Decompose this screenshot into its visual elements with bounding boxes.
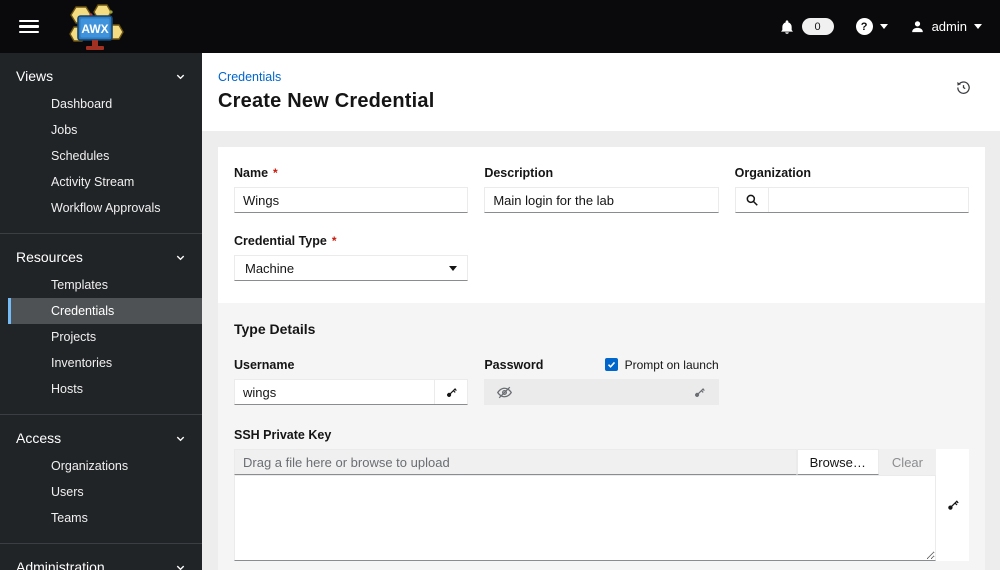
sidebar-item-teams[interactable]: Teams — [8, 505, 202, 531]
required-asterisk: * — [331, 233, 337, 248]
description-input[interactable] — [484, 187, 719, 213]
name-input[interactable] — [234, 187, 469, 213]
prompt-on-launch-label: Prompt on launch — [624, 357, 719, 372]
credential-type-field-group: Credential Type * Machine — [234, 233, 469, 281]
key-icon — [446, 387, 457, 397]
sidebar-group-access-toggle[interactable]: Access — [0, 423, 202, 453]
bell-icon — [780, 19, 793, 34]
type-details-heading: Type Details — [234, 321, 316, 337]
sidebar-item-projects[interactable]: Projects — [8, 324, 202, 350]
prompt-on-launch-checkbox-group[interactable]: Prompt on launch — [604, 357, 719, 372]
key-icon — [694, 387, 705, 397]
sidebar-group-label: Administration — [16, 559, 105, 570]
checkbox-checked-icon — [604, 358, 618, 371]
sidebar-group-label: Resources — [16, 249, 83, 265]
browse-button[interactable]: Browse… — [796, 449, 879, 475]
menu-toggle-button[interactable] — [14, 14, 44, 40]
sidebar-group-administration-toggle[interactable]: Administration — [0, 552, 202, 570]
credential-type-label: Credential Type — [234, 233, 327, 248]
credential-form-card: Name * Description Organization — [218, 147, 985, 570]
ssh-key-secret-button[interactable] — [936, 449, 969, 561]
sidebar-item-hosts[interactable]: Hosts — [8, 376, 202, 402]
sidebar-item-activity-stream[interactable]: Activity Stream — [8, 169, 202, 195]
form-main-section: Name * Description Organization — [218, 147, 985, 303]
help-menu-button[interactable]: ? — [855, 18, 888, 35]
sidebar-group-resources: Resources Templates Credentials Projects… — [0, 234, 202, 415]
caret-down-icon — [449, 265, 458, 271]
credential-type-select[interactable]: Machine — [234, 255, 469, 281]
description-label: Description — [484, 165, 554, 180]
sidebar-group-label: Access — [16, 430, 62, 446]
user-menu-button[interactable]: admin — [910, 19, 982, 34]
notifications-button[interactable]: 0 — [779, 18, 834, 35]
awx-logo[interactable]: AWX — [62, 3, 126, 53]
page-title: Create New Credential — [218, 90, 435, 112]
sidebar-item-workflow-approvals[interactable]: Workflow Approvals — [8, 195, 202, 221]
svg-text:AWX: AWX — [81, 22, 108, 36]
page-header: Credentials Create New Credential — [202, 53, 1000, 131]
password-label: Password — [484, 357, 544, 372]
username-label: Username — [234, 357, 295, 372]
sidebar-nav: Views Dashboard Jobs Schedules Activity … — [0, 53, 202, 570]
user-name-label: admin — [931, 19, 967, 34]
organization-input[interactable] — [768, 188, 968, 212]
ssh-private-key-label: SSH Private Key — [234, 427, 332, 442]
description-field-group: Description — [484, 165, 719, 213]
chevron-down-icon — [879, 24, 888, 29]
user-icon — [911, 21, 923, 33]
username-input[interactable] — [235, 380, 435, 404]
sidebar-item-templates[interactable]: Templates — [8, 272, 202, 298]
organization-field-group: Organization — [734, 165, 969, 213]
history-icon — [957, 81, 970, 94]
sidebar-item-users[interactable]: Users — [8, 479, 202, 505]
eye-slash-icon — [497, 386, 513, 398]
organization-label: Organization — [734, 165, 812, 180]
sidebar-group-views-toggle[interactable]: Views — [0, 61, 202, 91]
chevron-down-icon — [175, 71, 186, 82]
clear-button[interactable]: Clear — [878, 449, 936, 475]
sidebar-item-jobs[interactable]: Jobs — [8, 117, 202, 143]
sidebar-item-credentials[interactable]: Credentials — [8, 298, 202, 324]
password-field-group: Password Prompt on launch — [484, 357, 719, 405]
sidebar-group-views: Views Dashboard Jobs Schedules Activity … — [0, 53, 202, 234]
top-navbar: AWX 0 ? admin — [0, 0, 1000, 53]
name-field-group: Name * — [234, 165, 469, 213]
username-secret-button[interactable] — [434, 380, 468, 404]
help-icon: ? — [855, 18, 873, 35]
chevron-down-icon — [974, 24, 982, 29]
username-field-group: Username — [234, 357, 469, 405]
sidebar-group-label: Views — [16, 68, 54, 84]
header-gap — [202, 131, 1000, 147]
notification-count-badge: 0 — [801, 18, 834, 35]
type-details-section: Type Details Username wings Password Pro… — [218, 303, 985, 570]
organization-search-button[interactable] — [735, 188, 769, 212]
breadcrumb-credentials-link[interactable]: Credentials — [218, 70, 281, 84]
chevron-down-icon — [175, 562, 186, 570]
sidebar-item-inventories[interactable]: Inventories — [8, 350, 202, 376]
ssh-private-key-textarea[interactable] — [234, 475, 936, 561]
name-label: Name — [234, 165, 269, 180]
password-input-disabled — [484, 379, 719, 405]
sidebar-group-administration: Administration — [0, 544, 202, 570]
chevron-down-icon — [175, 433, 186, 444]
ssh-private-key-field-group: SSH Private Key Browse… Clear — [234, 427, 969, 561]
sidebar-group-resources-toggle[interactable]: Resources — [0, 242, 202, 272]
sidebar-item-schedules[interactable]: Schedules — [8, 143, 202, 169]
sidebar-group-access: Access Organizations Users Teams — [0, 415, 202, 544]
sidebar-item-dashboard[interactable]: Dashboard — [8, 91, 202, 117]
sidebar-item-organizations[interactable]: Organizations — [8, 453, 202, 479]
required-asterisk: * — [273, 165, 278, 180]
search-icon — [746, 194, 758, 206]
awx-logo-icon: AWX — [69, 3, 124, 50]
key-icon — [947, 500, 959, 510]
chevron-down-icon — [175, 252, 186, 263]
ssh-key-upload-input[interactable] — [234, 449, 797, 475]
history-button[interactable] — [955, 79, 972, 96]
main-content: Credentials Create New Credential Name *… — [202, 53, 1000, 570]
credential-type-selected-value: Machine — [245, 260, 295, 276]
